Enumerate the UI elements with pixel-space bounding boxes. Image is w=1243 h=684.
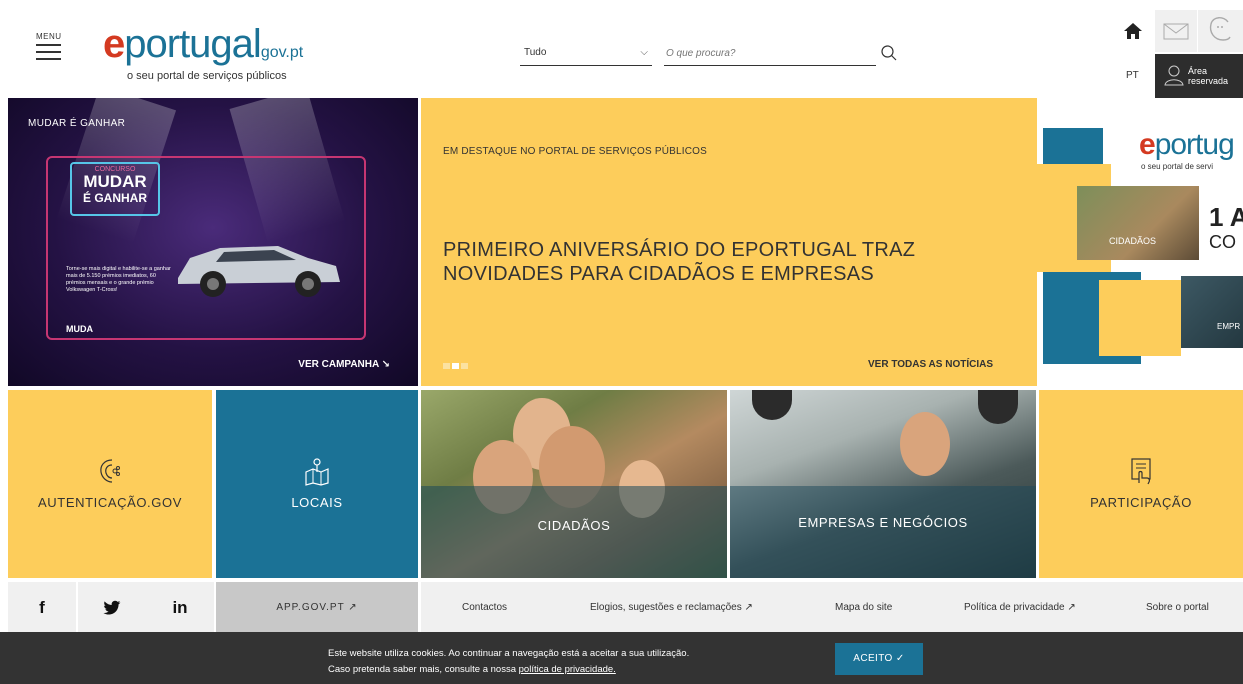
facebook-icon: f — [39, 598, 45, 617]
muda-logo: MUDA — [66, 324, 93, 334]
search-bar: Tudo ⌵ — [520, 42, 897, 66]
tile-empresas[interactable]: EMPRESAS E NEGÓCIOS — [730, 390, 1036, 578]
tile-label: AUTENTICAÇÃO.GOV — [38, 495, 182, 510]
language-selector[interactable]: PT — [1126, 70, 1139, 81]
featured-kicker: EM DESTAQUE NO PORTAL DE SERVIÇOS PÚBLIC… — [443, 146, 708, 157]
linkedin-button[interactable]: in — [146, 582, 214, 634]
search-icon[interactable] — [880, 44, 898, 62]
car-image — [178, 246, 340, 297]
app-gov-link[interactable]: APP.GOV.PT ↗ — [216, 582, 418, 634]
featured-news[interactable]: EM DESTAQUE NO PORTAL DE SERVIÇOS PÚBLIC… — [421, 98, 1037, 386]
home-icon[interactable] — [1122, 20, 1144, 42]
view-campaign-link[interactable]: VER CAMPANHA ↘ — [298, 359, 390, 370]
chat-icon — [1209, 17, 1231, 41]
logo-e: e — [103, 22, 125, 66]
menu-label: MENU — [36, 32, 62, 41]
business-thumbnail: EMPR — [1181, 276, 1243, 348]
cookie-banner: Este website utiliza cookies. Ao continu… — [0, 632, 1243, 684]
carousel-dots — [443, 356, 470, 374]
hamburger-icon — [36, 44, 61, 46]
footer-link-contactos[interactable]: Contactos — [462, 602, 507, 613]
tile-cidadaos[interactable]: CIDADÃOS — [421, 390, 727, 578]
campaign-promo-text: Torne-se mais digital e habilite-se a ga… — [66, 266, 171, 293]
campaign-tag: MUDAR É GANHAR — [28, 118, 126, 129]
tile-autenticacao[interactable]: AUTENTICAÇÃO.GOV — [8, 390, 212, 578]
form-hand-icon — [1131, 458, 1151, 485]
pendant-lamp — [978, 390, 1018, 424]
tile-label: LOCAIS — [291, 495, 343, 510]
accept-cookies-button[interactable]: ACEITO ✓ — [835, 643, 923, 675]
preview-logo: eportug — [1139, 128, 1235, 161]
user-icon — [1164, 65, 1184, 86]
cookie-message: Este website utiliza cookies. Ao continu… — [328, 648, 690, 675]
campaign-banner[interactable]: CONCURSO MUDAR É GANHAR Torne-se mais di… — [8, 98, 418, 386]
footer-link-elogios[interactable]: Elogios, sugestões e reclamações ↗ — [590, 602, 753, 613]
logo-word: portugal — [124, 22, 262, 66]
pendant-lamp — [752, 390, 792, 420]
chat-button[interactable] — [1198, 10, 1243, 52]
fingerprint-icon — [100, 459, 120, 483]
featured-title[interactable]: PRIMEIRO ANIVERSÁRIO DO EPORTUGAL TRAZ N… — [443, 238, 983, 286]
search-category-select[interactable]: Tudo ⌵ — [520, 42, 652, 66]
mail-icon — [1163, 23, 1189, 40]
reserved-area-button[interactable]: Área reservada — [1155, 54, 1243, 98]
carousel-dot[interactable] — [443, 363, 450, 369]
tile-participacao[interactable]: PARTICIPAÇÃO — [1039, 390, 1243, 578]
menu-button[interactable]: MENU — [36, 32, 64, 65]
family-thumbnail: CIDADÃOS — [1077, 186, 1199, 260]
footer-link-about[interactable]: Sobre o portal — [1146, 602, 1209, 613]
tile-label: EMPRESAS E NEGÓCIOS — [798, 515, 968, 530]
footer-link-privacy[interactable]: Política de privacidade ↗ — [964, 602, 1076, 613]
email-button[interactable] — [1155, 10, 1197, 52]
bottom-links-row: f in APP.GOV.PT ↗ Contactos Elogios, sug… — [0, 582, 1243, 634]
twitter-button[interactable] — [78, 582, 146, 634]
campaign-sign: CONCURSO MUDAR É GANHAR — [70, 162, 160, 216]
linkedin-icon: in — [172, 598, 188, 617]
tile-label: PARTICIPAÇÃO — [1090, 495, 1192, 510]
site-header: MENU eportugalgov.pt o seu portal de ser… — [0, 0, 1243, 98]
twitter-icon — [103, 600, 121, 615]
tile-locais[interactable]: LOCAIS — [216, 390, 418, 578]
privacy-policy-link[interactable]: política de privacidade. — [519, 664, 616, 675]
footer-links: Contactos Elogios, sugestões e reclamaçõ… — [421, 582, 1243, 634]
featured-preview-image[interactable]: CIDADÃOS EMPR eportug o seu portal de se… — [1037, 98, 1243, 386]
logo-tagline: o seu portal de serviços públicos — [127, 70, 287, 82]
chevron-down-icon: ⌵ — [640, 47, 648, 58]
search-input[interactable] — [664, 42, 876, 66]
logo-domain: gov.pt — [260, 44, 304, 61]
eportugal-logo[interactable]: eportugalgov.pt o seu portal de serviços… — [103, 22, 313, 82]
check-icon: ✓ — [895, 653, 905, 664]
tile-label: CIDADÃOS — [537, 518, 611, 533]
carousel-dot[interactable] — [461, 363, 468, 369]
view-all-news-link[interactable]: VER TODAS AS NOTÍCIAS — [868, 359, 993, 370]
carousel-dot-active[interactable] — [452, 363, 459, 369]
person-face — [900, 412, 950, 476]
facebook-button[interactable]: f — [8, 582, 76, 634]
footer-link-sitemap[interactable]: Mapa do site — [835, 602, 892, 613]
map-pin-icon — [305, 458, 329, 486]
